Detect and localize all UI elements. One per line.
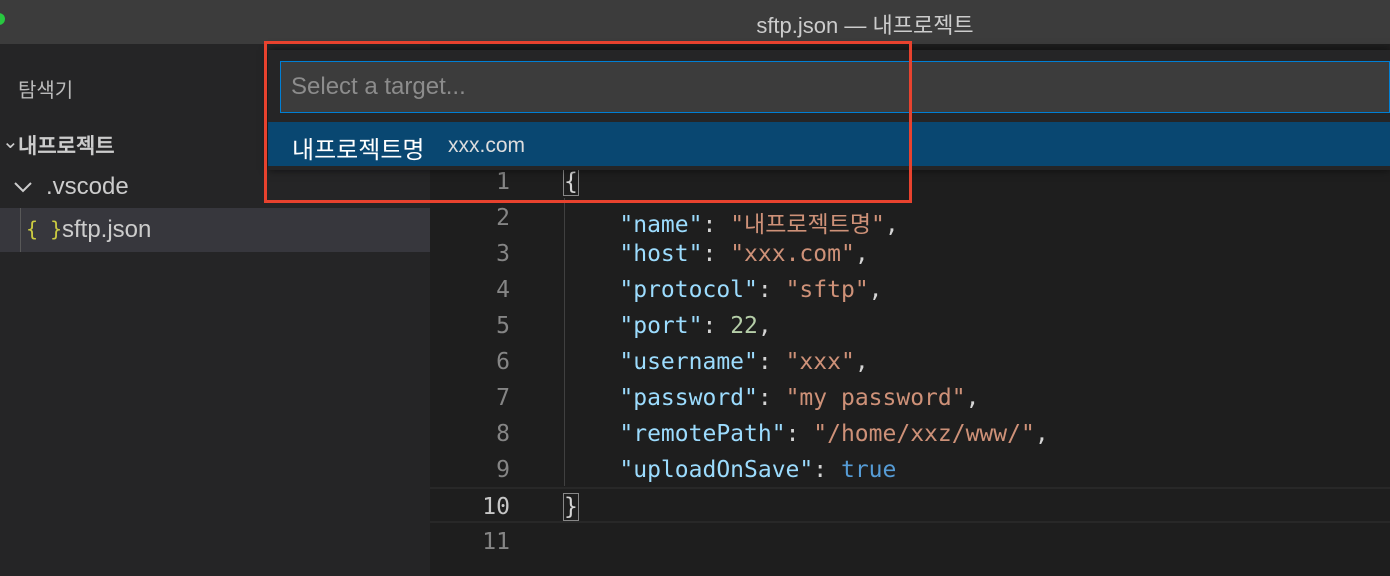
- line-number: 3: [496, 241, 510, 267]
- chevron-down-icon: [12, 173, 34, 206]
- json-key: "protocol": [619, 277, 758, 303]
- json-key: "username": [619, 349, 758, 375]
- json-file-icon: { }: [26, 217, 63, 241]
- code-line: 6 "username": "xxx",: [430, 344, 1390, 380]
- code-text: "port": 22,: [619, 313, 772, 339]
- code-line: 3 "host": "xxx.com",: [430, 236, 1390, 272]
- code-text: "protocol": "sftp",: [619, 277, 883, 303]
- line-number: 2: [496, 205, 510, 231]
- tree-item-sftp-json[interactable]: { } sftp.json: [0, 208, 430, 252]
- code-line: 5 "port": 22,: [430, 308, 1390, 344]
- line-number: 7: [496, 385, 510, 411]
- code-text: "host": "xxx.com",: [619, 241, 869, 267]
- file-label: sftp.json: [62, 216, 152, 243]
- quick-pick-panel: 내프로젝트명 xxx.com: [268, 50, 1390, 170]
- code-text: "password": "my password",: [619, 385, 980, 411]
- open-brace: {: [563, 168, 579, 196]
- close-brace: }: [563, 493, 579, 521]
- code-line: 2 "name": "내프로젝트명",: [430, 200, 1390, 238]
- code-text: "name": "내프로젝트명",: [619, 212, 899, 238]
- tree-item-vscode-folder[interactable]: .vscode: [0, 165, 430, 209]
- quick-pick-input-box: [280, 61, 1390, 113]
- line-number: 11: [482, 529, 510, 555]
- json-value: true: [840, 457, 897, 483]
- code-line: 8 "remotePath": "/home/xxz/www/",: [430, 416, 1390, 452]
- json-key: "password": [619, 385, 758, 411]
- line-number: 6: [496, 349, 510, 375]
- code-text: "uploadOnSave": true: [619, 457, 897, 483]
- title-bar: sftp.json — 내프로젝트: [0, 0, 1390, 44]
- project-label: 내프로젝트: [18, 135, 115, 158]
- code-text: "remotePath": "/home/xxz/www/",: [619, 421, 1049, 447]
- line-number: 10: [482, 494, 510, 520]
- code-line: 7 "password": "my password",: [430, 380, 1390, 416]
- code-line-current: 10 }: [430, 487, 1390, 523]
- code-line: 11: [430, 524, 1390, 560]
- window-title: sftp.json — 내프로젝트: [756, 13, 974, 38]
- json-key: "remotePath": [619, 421, 786, 447]
- json-key: "uploadOnSave": [619, 457, 814, 483]
- code-line: 9 "uploadOnSave": true: [430, 452, 1390, 488]
- code-text: }: [563, 493, 579, 521]
- line-number: 4: [496, 277, 510, 303]
- json-key: "host": [619, 241, 703, 267]
- line-number: 1: [496, 169, 510, 195]
- json-key: "name": [619, 212, 703, 238]
- json-value: "sftp": [785, 277, 869, 303]
- code-text: "username": "xxx",: [619, 349, 869, 375]
- folder-label: .vscode: [46, 173, 129, 200]
- code-line: 4 "protocol": "sftp",: [430, 272, 1390, 308]
- line-number: 8: [496, 421, 510, 447]
- json-value: "my password": [785, 385, 966, 411]
- json-value: "xxx": [785, 349, 855, 375]
- json-value: 22: [730, 313, 758, 339]
- tree-indent-guide: [20, 208, 21, 252]
- quick-pick-item[interactable]: 내프로젝트명 xxx.com: [268, 122, 1390, 166]
- quick-pick-item-description: xxx.com: [448, 134, 526, 157]
- line-number: 9: [496, 457, 510, 483]
- code-text: {: [563, 168, 579, 196]
- json-value: "/home/xxz/www/": [813, 421, 1035, 447]
- json-value: "내프로젝트명": [730, 212, 885, 238]
- line-number: 5: [496, 313, 510, 339]
- target-search-input[interactable]: [281, 62, 1389, 112]
- chevron-down-icon: ⌄: [2, 131, 19, 153]
- explorer-title: 탐색기: [18, 80, 74, 102]
- json-value: "xxx.com": [730, 241, 855, 267]
- json-key: "port": [619, 313, 703, 339]
- quick-pick-item-label: 내프로젝트명: [292, 137, 425, 164]
